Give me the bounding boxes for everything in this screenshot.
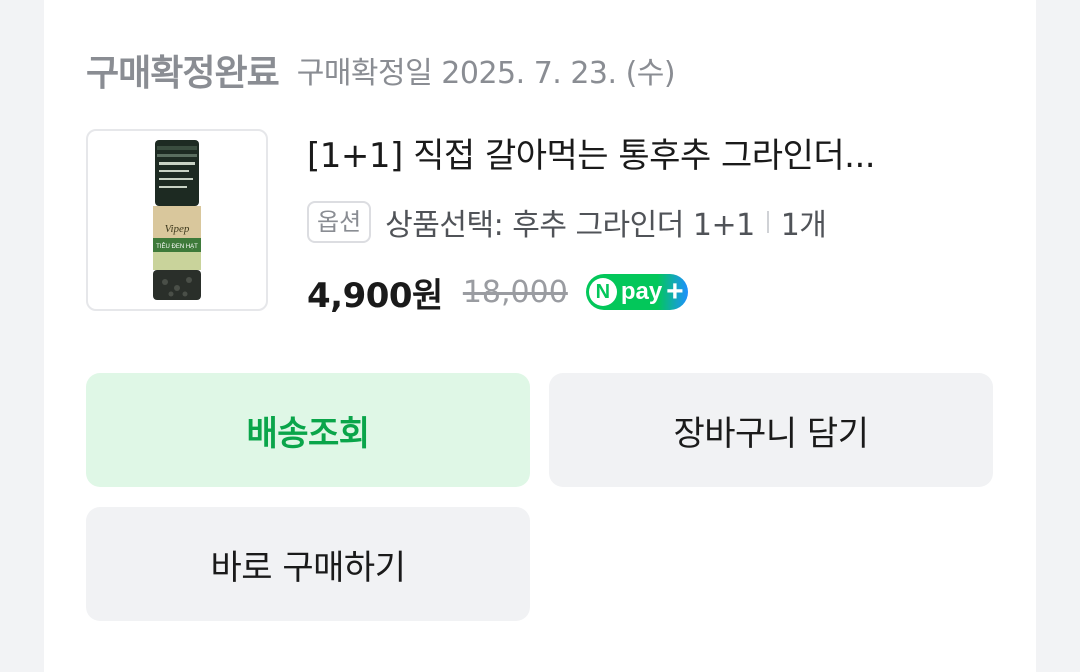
plus-icon: +	[666, 275, 684, 308]
pepper-grinder-image: Vipep TIÊU ĐEN HẠT	[153, 140, 201, 300]
add-to-cart-button[interactable]: 장바구니 담기	[549, 373, 993, 487]
price-row: 4,900원 18,000 N pay +	[307, 266, 688, 318]
svg-text:Vipep: Vipep	[165, 223, 190, 235]
option-quantity: 1개	[780, 208, 827, 243]
buy-now-button[interactable]: 바로 구매하기	[86, 507, 530, 621]
npay-plus-badge: N pay +	[585, 274, 688, 310]
svg-text:TIÊU ĐEN HẠT: TIÊU ĐEN HẠT	[156, 242, 198, 250]
order-status-title: 구매확정완료	[86, 53, 280, 94]
product-option-row: 옵션 상품선택: 후추 그라인더 1+1 1개	[307, 198, 827, 246]
sale-price: 4,900원	[307, 275, 443, 316]
npay-n-icon: N	[588, 278, 617, 306]
option-divider	[766, 211, 769, 233]
option-text: 상품선택: 후추 그라인더 1+1	[385, 208, 755, 243]
order-card: 구매확정완료 구매확정일 2025. 7. 23. (수) Vipep TIÊU…	[44, 0, 1036, 672]
product-name[interactable]: [1+1] 직접 갈아먹는 통후추 그라인더...	[307, 132, 967, 180]
npay-label: pay	[620, 278, 663, 305]
track-delivery-button[interactable]: 배송조회	[86, 373, 530, 487]
original-price: 18,000	[462, 274, 568, 310]
order-status-date: 구매확정일 2025. 7. 23. (수)	[296, 56, 676, 91]
option-badge: 옵션	[307, 201, 372, 243]
order-status-row: 구매확정완료 구매확정일 2025. 7. 23. (수)	[86, 42, 676, 98]
product-thumbnail[interactable]: Vipep TIÊU ĐEN HẠT	[86, 129, 268, 311]
